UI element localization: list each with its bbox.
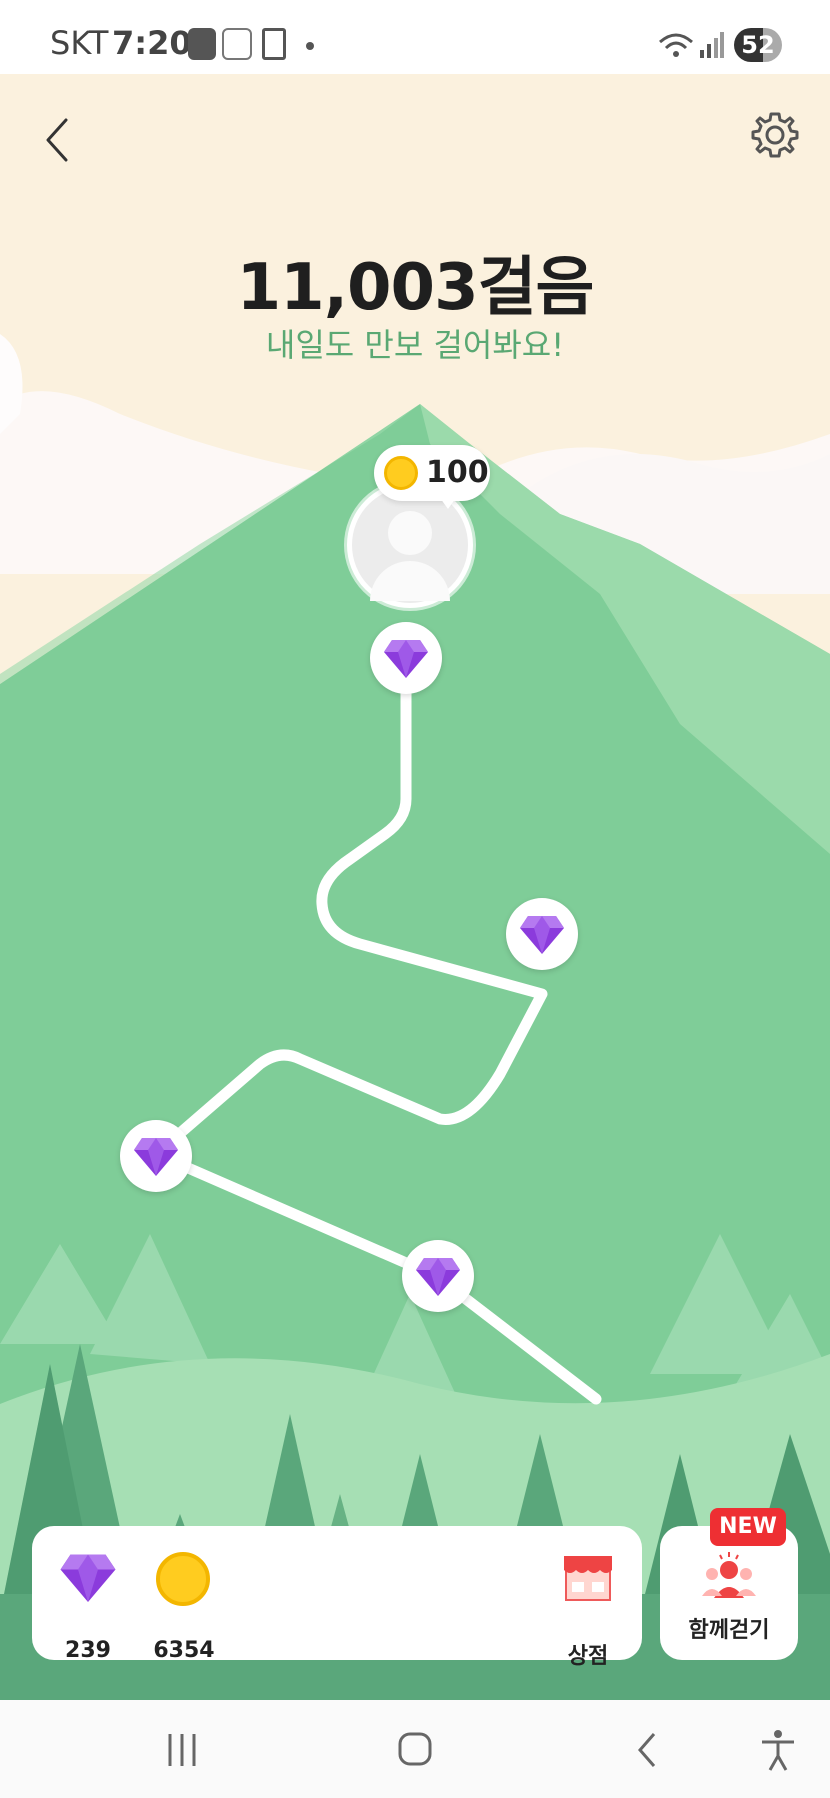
battery-icon: 52 — [734, 28, 782, 62]
walk-together-button[interactable]: 함께걷기 — [660, 1526, 798, 1660]
home-icon — [398, 1732, 432, 1766]
gem-icon — [134, 1138, 178, 1176]
top-bar — [0, 74, 830, 184]
back-nav-icon — [638, 1733, 656, 1767]
gem-node[interactable] — [370, 622, 442, 694]
coin-reward-bubble[interactable]: 100 — [374, 445, 490, 509]
coin-reward-amount: 100 — [426, 455, 489, 490]
gem-node[interactable] — [120, 1120, 192, 1192]
coin-icon — [156, 1552, 210, 1606]
recent-apps-icon — [168, 1734, 196, 1766]
back-nav-button[interactable] — [618, 1728, 678, 1772]
gem-icon — [60, 1554, 116, 1602]
status-bar: SKT 7:20 52 — [0, 0, 830, 74]
cashfeed-app-icon — [222, 28, 252, 60]
back-button[interactable] — [36, 110, 78, 170]
home-button[interactable] — [385, 1728, 445, 1772]
coin-count: 6354 — [153, 1638, 215, 1663]
status-time: 7:20 — [112, 24, 192, 62]
chevron-left-icon — [46, 118, 68, 162]
gear-icon — [751, 112, 799, 158]
shop-button[interactable]: 상점 — [548, 1552, 628, 1669]
accessibility-icon — [762, 1730, 794, 1771]
gem-node[interactable] — [506, 898, 578, 970]
wallet-card: 239 6354 상점 — [32, 1526, 642, 1669]
walk-together-label: 함께걷기 — [688, 1618, 770, 1643]
gem-node[interactable] — [402, 1240, 474, 1312]
recent-apps-button[interactable] — [152, 1728, 212, 1772]
shop-label: 상점 — [567, 1644, 609, 1669]
all-one-app-icon — [188, 28, 216, 60]
coin-icon — [384, 456, 418, 490]
step-count: 11,003걸음 — [236, 251, 595, 325]
dot-icon — [306, 42, 314, 50]
avatar-head — [388, 511, 432, 555]
gem-count: 239 — [65, 1638, 111, 1663]
system-nav-bar — [0, 1700, 830, 1798]
wifi-5g-icon — [659, 33, 693, 57]
new-badge: NEW — [710, 1508, 786, 1546]
screenshot-icon — [262, 28, 286, 60]
group-icon — [702, 1552, 756, 1598]
gem-icon — [416, 1258, 460, 1296]
shop-icon — [564, 1556, 612, 1601]
avatar-body — [370, 561, 450, 601]
gem-icon — [384, 640, 428, 678]
settings-button[interactable] — [748, 108, 802, 162]
carrier-label: SKT — [50, 24, 109, 62]
accessibility-button[interactable] — [748, 1728, 808, 1772]
signal-icon — [700, 32, 724, 58]
encouragement-text: 내일도 만보 걸어봐요! — [265, 326, 565, 364]
gem-icon — [520, 916, 564, 954]
